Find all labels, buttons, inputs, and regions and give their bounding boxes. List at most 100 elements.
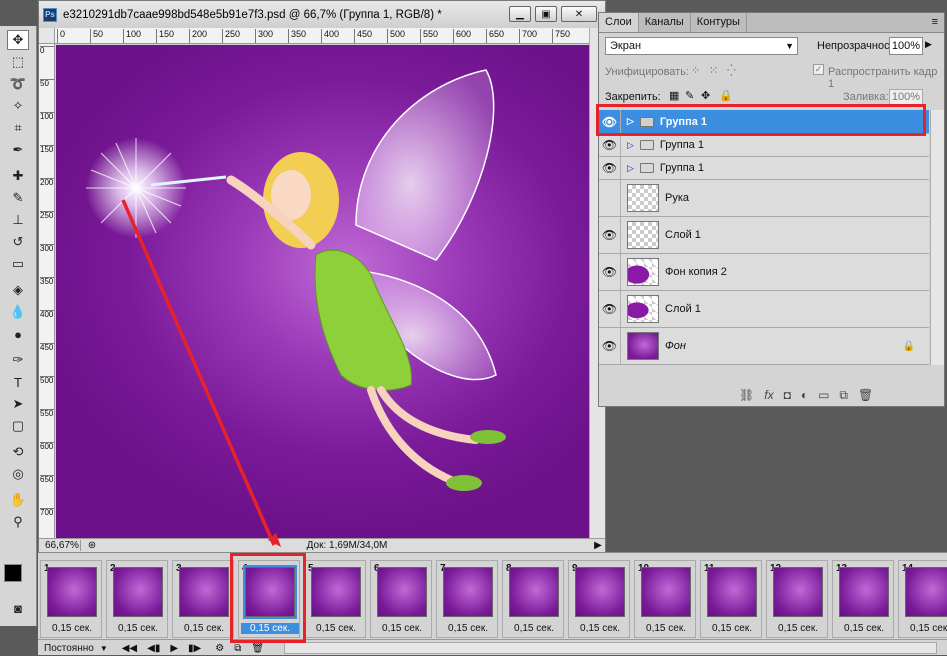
layer-row-layer-1[interactable]: 👁 Слой 1 bbox=[599, 217, 929, 254]
unify-label: Унифицировать: bbox=[605, 66, 690, 78]
frame-delay[interactable]: 0,15 сек. bbox=[241, 623, 299, 634]
animation-frame[interactable]: 50,15 сек. bbox=[304, 560, 366, 638]
animation-frame[interactable]: 10,15 сек. bbox=[40, 560, 102, 638]
frame-delay[interactable]: 0,15 сек. bbox=[175, 623, 233, 634]
animation-frame[interactable]: 80,15 сек. bbox=[502, 560, 564, 638]
layer-thumbnail bbox=[627, 332, 659, 360]
frame-thumbnail bbox=[311, 567, 361, 617]
propagate-checkbox[interactable]: ✓ bbox=[813, 64, 824, 75]
expand-triangle-icon[interactable]: ▷ bbox=[627, 116, 634, 127]
unify-position-icon[interactable]: ⁘ bbox=[691, 64, 700, 77]
frame-thumbnail bbox=[509, 567, 559, 617]
eye-hidden-slot[interactable] bbox=[599, 180, 621, 216]
opacity-input[interactable]: 100% bbox=[889, 37, 923, 55]
layer-row-bg-copy-2[interactable]: 👁 Фон копия 2 bbox=[599, 254, 929, 291]
unify-style-icon[interactable]: ⁛ bbox=[727, 64, 736, 77]
frame-delay[interactable]: 0,15 сек. bbox=[109, 623, 167, 634]
frame-thumbnail bbox=[377, 567, 427, 617]
expand-triangle-icon[interactable]: ▷ bbox=[627, 140, 634, 151]
frame-delay[interactable]: 0,15 сек. bbox=[835, 623, 893, 634]
eye-icon[interactable]: 👁 bbox=[599, 291, 621, 327]
layer-row-background[interactable]: 👁 Фон 🔒 bbox=[599, 328, 929, 365]
frame-delay[interactable]: 0,15 сек. bbox=[571, 623, 629, 634]
tab-layers[interactable]: Слои bbox=[599, 13, 639, 32]
annotation-arrow-line bbox=[121, 199, 276, 546]
frame-delay[interactable]: 0,15 сек. bbox=[769, 623, 827, 634]
lock-pixels-icon[interactable]: ✎ bbox=[685, 89, 694, 102]
frame-delay[interactable]: 0,15 сек. bbox=[703, 623, 761, 634]
layer-name: Слой 1 bbox=[665, 303, 701, 315]
animation-frame[interactable]: 20,15 сек. bbox=[106, 560, 168, 638]
first-frame-icon[interactable]: ◀◀ bbox=[122, 643, 137, 654]
eye-icon[interactable]: 👁 bbox=[599, 217, 621, 253]
layer-row-group-3[interactable]: 👁 ▷ Группа 1 bbox=[599, 157, 929, 180]
eye-icon[interactable]: 👁 bbox=[599, 157, 621, 179]
animation-frame[interactable]: 40,15 сек. bbox=[238, 560, 300, 638]
eye-icon[interactable]: 👁 bbox=[599, 110, 621, 133]
frame-thumbnail bbox=[773, 567, 823, 617]
lock-transparency-icon[interactable]: ▦ bbox=[669, 89, 679, 102]
lock-all-icon[interactable]: 🔒 bbox=[719, 89, 733, 102]
animation-frame[interactable]: 70,15 сек. bbox=[436, 560, 498, 638]
layers-scrollbar[interactable] bbox=[930, 110, 944, 365]
animation-frame[interactable]: 60,15 сек. bbox=[370, 560, 432, 638]
frame-thumbnail bbox=[113, 567, 163, 617]
animation-frame[interactable]: 110,15 сек. bbox=[700, 560, 762, 638]
new-layer-icon[interactable]: ⧉ bbox=[839, 388, 848, 403]
delete-frame-icon[interactable]: 🗑 bbox=[251, 643, 264, 654]
tween-icon[interactable]: ⚙ bbox=[215, 643, 224, 654]
blend-mode-select[interactable]: Экран ▼ bbox=[605, 37, 798, 55]
frame-delay[interactable]: 0,15 сек. bbox=[439, 623, 497, 634]
duplicate-frame-icon[interactable]: ⧉ bbox=[234, 643, 241, 654]
folder-icon bbox=[639, 163, 654, 173]
layer-row-layer-1b[interactable]: 👁 Слой 1 bbox=[599, 291, 929, 328]
folder-icon bbox=[639, 116, 654, 127]
link-layers-icon[interactable]: ⛓ bbox=[739, 388, 754, 402]
animation-frame[interactable]: 30,15 сек. bbox=[172, 560, 234, 638]
frame-delay[interactable]: 0,15 сек. bbox=[637, 623, 695, 634]
expand-triangle-icon[interactable]: ▷ bbox=[627, 163, 634, 174]
frame-delay[interactable]: 0,15 сек. bbox=[43, 623, 101, 634]
unify-visibility-icon[interactable]: ⁙ bbox=[709, 64, 718, 77]
frame-delay[interactable]: 0,15 сек. bbox=[901, 623, 947, 634]
layer-name: Группа 1 bbox=[659, 162, 704, 174]
tab-channels[interactable]: Каналы bbox=[639, 13, 691, 32]
lock-position-icon[interactable]: ✥ bbox=[701, 89, 710, 102]
frame-delay[interactable]: 0,15 сек. bbox=[307, 623, 365, 634]
frame-thumbnail bbox=[243, 565, 297, 619]
layer-row-hand[interactable]: Рука bbox=[599, 180, 929, 217]
layer-thumbnail bbox=[627, 295, 659, 323]
play-icon[interactable]: ▶ bbox=[170, 643, 178, 654]
layer-name: Слой 1 bbox=[665, 229, 701, 241]
animation-frame[interactable]: 90,15 сек. bbox=[568, 560, 630, 638]
layer-name: Группа 1 bbox=[659, 139, 704, 151]
layer-name: Группа 1 bbox=[659, 115, 708, 128]
panel-menu-icon[interactable]: ≡ bbox=[926, 13, 944, 32]
tab-paths[interactable]: Контуры bbox=[691, 13, 747, 32]
adjustment-layer-icon[interactable]: ◐ bbox=[801, 388, 808, 402]
loop-select[interactable]: Постоянно bbox=[38, 643, 100, 654]
loop-dropdown-icon[interactable]: ▼ bbox=[100, 644, 108, 653]
delete-layer-icon[interactable]: 🗑 bbox=[858, 388, 873, 402]
new-group-icon[interactable]: ▭ bbox=[818, 388, 829, 402]
animation-frame[interactable]: 100,15 сек. bbox=[634, 560, 696, 638]
timeline-scrollbar[interactable] bbox=[284, 642, 937, 654]
eye-icon[interactable]: 👁 bbox=[599, 328, 621, 364]
opacity-slider-arrow-icon[interactable]: ▶ bbox=[925, 39, 932, 50]
chevron-down-icon: ▼ bbox=[785, 41, 794, 51]
layer-row-group-1-selected[interactable]: 👁 ▷ Группа 1 bbox=[599, 110, 929, 134]
layer-row-group-2[interactable]: 👁 ▷ Группа 1 bbox=[599, 134, 929, 157]
add-mask-icon[interactable]: ◘ bbox=[784, 388, 791, 402]
folder-icon bbox=[639, 140, 654, 150]
fx-icon[interactable]: fx bbox=[764, 388, 773, 402]
next-frame-icon[interactable]: ▮▶ bbox=[188, 643, 201, 654]
frame-delay[interactable]: 0,15 сек. bbox=[373, 623, 431, 634]
frame-delay[interactable]: 0,15 сек. bbox=[505, 623, 563, 634]
fill-input[interactable]: 100% bbox=[889, 89, 923, 105]
animation-frame[interactable]: 120,15 сек. bbox=[766, 560, 828, 638]
prev-frame-icon[interactable]: ◀▮ bbox=[147, 643, 160, 654]
eye-icon[interactable]: 👁 bbox=[599, 254, 621, 290]
animation-frame[interactable]: 140,15 сек. bbox=[898, 560, 947, 638]
eye-icon[interactable]: 👁 bbox=[599, 134, 621, 156]
animation-frame[interactable]: 130,15 сек. bbox=[832, 560, 894, 638]
